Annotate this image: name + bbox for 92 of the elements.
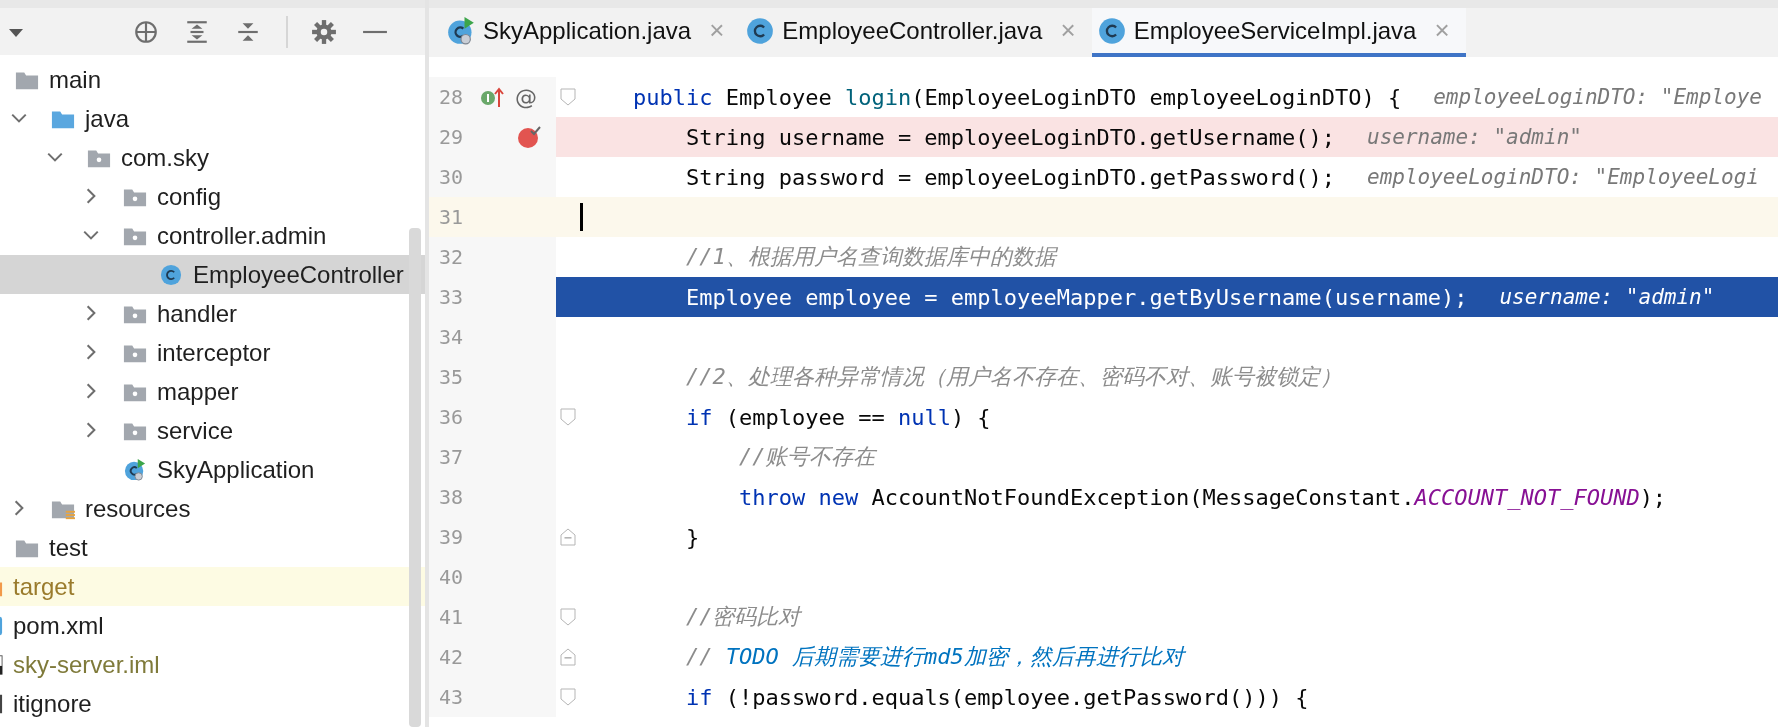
- runnable-class-icon: [123, 458, 147, 481]
- tree-item[interactable]: service: [0, 411, 425, 450]
- code-line: String password = employeeLoginDTO.getPassword();: [684, 164, 1335, 190]
- line-number: 35: [439, 365, 465, 389]
- scrollbar[interactable]: [409, 228, 421, 727]
- tree-item-label: test: [49, 533, 88, 562]
- inlay-hint: employeeLoginDTO: "Employe: [1433, 85, 1762, 109]
- tree-item[interactable]: config: [0, 177, 425, 216]
- annotation-icon[interactable]: @: [515, 84, 537, 110]
- tree-item[interactable]: SkyApplication: [0, 450, 425, 489]
- tree-item[interactable]: resources: [0, 489, 425, 528]
- breakpoint-icon[interactable]: [517, 124, 543, 150]
- implements-icon[interactable]: [479, 85, 505, 109]
- line-number: 37: [439, 445, 465, 469]
- code-line: }: [684, 524, 700, 550]
- tree-item-label: target: [13, 572, 75, 601]
- line-number: 38: [439, 485, 465, 509]
- editor-tab[interactable]: EmployeeServiceImpl.java ×: [1091, 8, 1466, 57]
- tree-item-label: service: [157, 416, 234, 445]
- tree-item-label: resources: [85, 494, 191, 523]
- tab-label: EmployeeServiceImpl.java: [1133, 16, 1417, 45]
- editor-tab[interactable]: SkyApplication.java ×: [441, 8, 741, 57]
- class-icon: [746, 16, 775, 45]
- tree-item-label: itignore: [13, 689, 92, 718]
- fold-marker-icon[interactable]: [560, 608, 576, 626]
- class-icon: [1097, 16, 1126, 45]
- settings-icon[interactable]: [311, 18, 337, 45]
- line-number: 31: [439, 205, 465, 229]
- tree-item[interactable]: target: [0, 567, 425, 606]
- tree-item-label: java: [85, 104, 130, 133]
- tree-item[interactable]: mapper: [0, 372, 425, 411]
- tree-item-label: SkyApplication: [157, 455, 315, 484]
- tree-item[interactable]: com.sky: [0, 138, 425, 177]
- tree-item-label: pom.xml: [13, 611, 104, 640]
- code-line: String username = employeeLoginDTO.getUsername();: [684, 124, 1335, 150]
- tree-item[interactable]: itignore: [0, 684, 425, 723]
- tab-label: SkyApplication.java: [483, 16, 692, 45]
- code-line: //1、根据用户名查询数据库中的数据: [684, 243, 1056, 271]
- fold-end-marker-icon[interactable]: [560, 528, 576, 546]
- tree-item-label: handler: [157, 299, 238, 328]
- code-line: if (employee == null) {: [684, 404, 991, 430]
- tree-item-label: EmployeeController: [193, 260, 404, 289]
- line-number: 43: [439, 685, 465, 709]
- tree-item[interactable]: handler: [0, 294, 425, 333]
- fold-marker-icon[interactable]: [560, 408, 576, 426]
- tree-item[interactable]: EmployeeController: [0, 255, 425, 294]
- inlay-hint: username: "admin": [1499, 285, 1715, 309]
- code-line: //2、处理各种异常情况（用户名不存在、密码不对、账号被锁定）: [684, 363, 1342, 391]
- code-line: Employee employee = employeeMapper.getByUsername(username);: [684, 284, 1468, 310]
- line-number: 40: [439, 565, 465, 589]
- tree-item-label: main: [49, 65, 102, 94]
- line-number: 39: [439, 525, 465, 549]
- fold-marker-icon[interactable]: [560, 688, 576, 706]
- text-caret: [580, 203, 583, 231]
- line-number: 29: [439, 125, 465, 149]
- tree-item-label: interceptor: [157, 338, 271, 367]
- line-number: 33: [439, 285, 465, 309]
- tree-item-label: sky-server.iml: [13, 650, 160, 679]
- line-number: 28: [439, 85, 465, 109]
- code-line: // TODO 后期需要进行md5加密，然后再进行比对: [684, 643, 1184, 671]
- tree-item[interactable]: controller.admin: [0, 216, 425, 255]
- code-line: //密码比对: [684, 603, 801, 631]
- code-line: public Employee login(EmployeeLoginDTO employeeLoginDTO) {: [631, 84, 1402, 110]
- tree-item-label: com.sky: [121, 143, 209, 172]
- expand-all-icon[interactable]: [184, 18, 210, 45]
- line-number: 32: [439, 245, 465, 269]
- code-line: throw new AccountNotFoundException(MessageConstant.ACCOUNT_NOT_FOUND);: [737, 484, 1667, 510]
- tree-item[interactable]: test: [0, 528, 425, 567]
- line-number: 41: [439, 605, 465, 629]
- code-line: if (!password.equals(employee.getPassword())) {: [684, 684, 1309, 710]
- tree-item-label: controller.admin: [157, 221, 327, 250]
- tree-item[interactable]: interceptor: [0, 333, 425, 372]
- line-number: 34: [439, 325, 465, 349]
- tab-label: EmployeeController.java: [782, 16, 1043, 45]
- line-number: 42: [439, 645, 465, 669]
- inlay-hint: username: "admin": [1367, 125, 1582, 149]
- line-number: 30: [439, 165, 465, 189]
- tree-item[interactable]: main: [0, 60, 425, 99]
- tree-item-label: config: [157, 182, 222, 211]
- code-line: //账号不存在: [737, 443, 876, 471]
- editor-tab[interactable]: EmployeeController.java ×: [740, 8, 1092, 57]
- tree-item[interactable]: sky-server.iml: [0, 645, 425, 684]
- fold-end-marker-icon[interactable]: [560, 648, 576, 666]
- tree-item-label: mapper: [157, 377, 239, 406]
- class-icon: [159, 263, 183, 286]
- line-number: 36: [439, 405, 465, 429]
- locate-icon[interactable]: [133, 18, 159, 45]
- tree-item[interactable]: pom.xml: [0, 606, 425, 645]
- inlay-hint: employeeLoginDTO: "EmployeeLogi: [1367, 165, 1759, 189]
- tree-item[interactable]: java: [0, 99, 425, 138]
- runnable-class-icon: [447, 16, 475, 45]
- fold-marker-icon[interactable]: [560, 88, 576, 106]
